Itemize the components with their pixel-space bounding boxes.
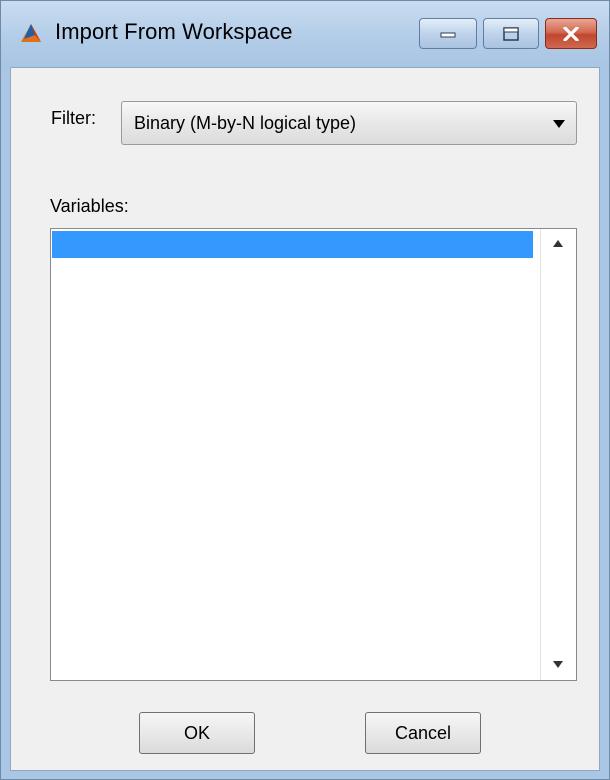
filter-dropdown[interactable]: Binary (M-by-N logical type)	[121, 101, 577, 145]
list-item[interactable]: BW 256x256 logical	[52, 231, 533, 335]
filter-label: Filter:	[51, 108, 96, 128]
scroll-down-icon	[553, 661, 563, 668]
minimize-icon	[440, 32, 456, 37]
title-bar[interactable]: Import From Workspace	[1, 1, 609, 67]
variable-class: logical	[294, 315, 370, 335]
vertical-scrollbar[interactable]	[540, 229, 576, 680]
ok-button[interactable]: OK	[139, 712, 255, 754]
maximize-button[interactable]	[483, 18, 539, 49]
chevron-down-icon	[553, 120, 565, 128]
variables-listbox[interactable]: BW 256x256 logical	[50, 228, 577, 681]
close-button[interactable]	[545, 18, 597, 49]
variable-size: 256x256	[114, 288, 190, 308]
window-title: Import From Workspace	[55, 19, 293, 44]
maximize-icon	[503, 26, 519, 41]
cancel-button[interactable]: Cancel	[365, 712, 481, 754]
matlab-icon	[21, 24, 41, 42]
filter-selected-value: Binary (M-by-N logical type)	[134, 113, 357, 133]
scroll-down-button[interactable]	[541, 650, 576, 680]
scroll-up-icon	[553, 240, 563, 247]
import-dialog: Import From Workspace Filter: Binary (M-…	[0, 0, 610, 780]
scroll-up-button[interactable]	[541, 229, 576, 259]
close-icon	[563, 26, 579, 41]
variable-name: BW	[54, 261, 76, 281]
minimize-button[interactable]	[419, 18, 477, 49]
variables-label: Variables:	[50, 196, 129, 216]
dialog-body: Filter: Binary (M-by-N logical type) Var…	[10, 67, 600, 771]
